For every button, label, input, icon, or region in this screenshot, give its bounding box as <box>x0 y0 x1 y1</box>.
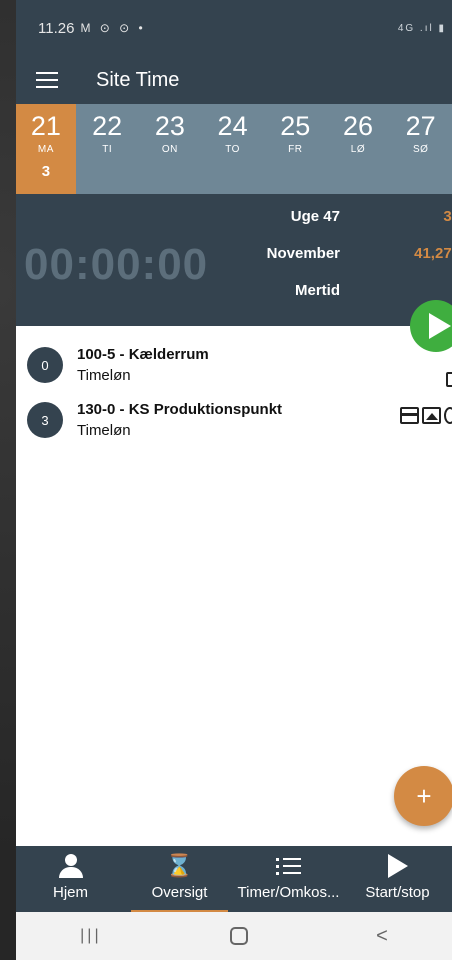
bottom-navigation: Hjem ⌛ Oversigt Timer/Omkos... Start/sto… <box>16 846 452 912</box>
status-bar: 11.26 M ⊙ ⊙ • 4G .ıl ▮ <box>16 0 452 56</box>
nav-item-overview[interactable]: ⌛ Oversigt <box>125 846 234 912</box>
date-day-22[interactable]: 22 TI <box>76 104 139 194</box>
play-icon <box>429 313 451 339</box>
status-notification-icons: M ⊙ ⊙ • <box>80 21 146 35</box>
date-day-23[interactable]: 23 ON <box>139 104 202 194</box>
add-entry-button[interactable]: + <box>394 766 452 826</box>
entry-subtitle: Timeløn <box>77 422 131 439</box>
month-label: November <box>266 245 340 262</box>
system-navigation-bar: ||| < <box>16 912 452 960</box>
comment-icon <box>444 407 452 424</box>
nav-label: Oversigt <box>151 884 208 901</box>
day-number: 21 <box>30 111 61 141</box>
timer-display: 00:00:00 <box>24 240 209 289</box>
entry-subtitle: Timeløn <box>77 367 131 384</box>
nav-label: Start/stop <box>365 884 430 901</box>
day-number: 24 <box>217 111 248 141</box>
hourglass-icon: ⌛ <box>165 853 194 879</box>
nav-label: Timer/Omkos... <box>237 884 340 901</box>
day-number: 25 <box>280 111 311 141</box>
home-icon[interactable] <box>229 927 248 945</box>
phone-screen: 11.26 M ⊙ ⊙ • 4G .ıl ▮ Site Time 21 MA 3… <box>16 0 452 960</box>
app-bar: Site Time <box>16 56 452 104</box>
list-item[interactable]: 3 130-0 - KS Produktionspunkt Timeløn <box>16 399 452 454</box>
date-day-24[interactable]: 24 TO <box>201 104 264 194</box>
entry-title: 130-0 - KS Produktionspunkt <box>77 401 283 418</box>
status-signal-icons: 4G .ıl ▮ <box>397 22 446 34</box>
day-count: 3 <box>41 163 51 180</box>
week-label: Uge 47 <box>290 208 340 225</box>
week-value: 3 / <box>443 208 452 225</box>
card-icon <box>400 407 419 424</box>
play-icon <box>387 854 408 878</box>
date-day-26[interactable]: 26 LØ <box>327 104 390 194</box>
nav-item-home[interactable]: Hjem <box>16 846 125 912</box>
app-title: Site Time <box>96 68 180 91</box>
day-name: ON <box>161 144 178 155</box>
entry-count-badge: 3 <box>27 402 63 438</box>
back-icon[interactable]: < <box>376 925 388 948</box>
day-number: 26 <box>342 111 373 141</box>
overtime-label: Mertid <box>295 282 340 299</box>
date-strip: 21 MA 3 22 TI 23 ON 24 TO 25 FR 26 LØ 27… <box>16 104 452 194</box>
day-name: SØ <box>412 144 429 155</box>
nav-label: Hjem <box>52 884 88 901</box>
nav-item-hours-costs[interactable]: Timer/Omkos... <box>234 846 343 912</box>
day-name: LØ <box>350 144 366 155</box>
day-number: 22 <box>92 111 123 141</box>
person-icon <box>58 854 83 878</box>
day-name: FR <box>288 144 303 155</box>
day-number: 27 <box>405 111 436 141</box>
menu-icon[interactable] <box>36 72 58 88</box>
entry-list: 0 100-5 - Kælderrum Timeløn 3 130-0 - KS… <box>16 326 452 454</box>
entry-title: 100-5 - Kælderrum <box>77 346 209 363</box>
calculator-icon <box>446 372 452 387</box>
list-item[interactable]: 0 100-5 - Kælderrum Timeløn <box>16 344 452 399</box>
nav-item-start-stop[interactable]: Start/stop <box>343 846 452 912</box>
recents-icon[interactable]: ||| <box>80 927 101 945</box>
month-value: 41,27 / <box>414 245 452 262</box>
timer-panel: 00:00:00 Uge 47 3 / November 41,27 / Mer… <box>16 194 452 326</box>
entry-count-badge: 0 <box>27 347 63 383</box>
date-day-21[interactable]: 21 MA 3 <box>16 104 76 194</box>
status-time: 11.26 <box>38 19 75 37</box>
date-day-27[interactable]: 27 SØ <box>389 104 452 194</box>
day-name: TO <box>225 144 240 155</box>
day-name: MA <box>37 144 54 155</box>
list-icon <box>276 857 301 875</box>
date-day-25[interactable]: 25 FR <box>264 104 327 194</box>
image-icon <box>422 407 441 424</box>
day-name: TI <box>102 144 113 155</box>
day-number: 23 <box>154 111 185 141</box>
